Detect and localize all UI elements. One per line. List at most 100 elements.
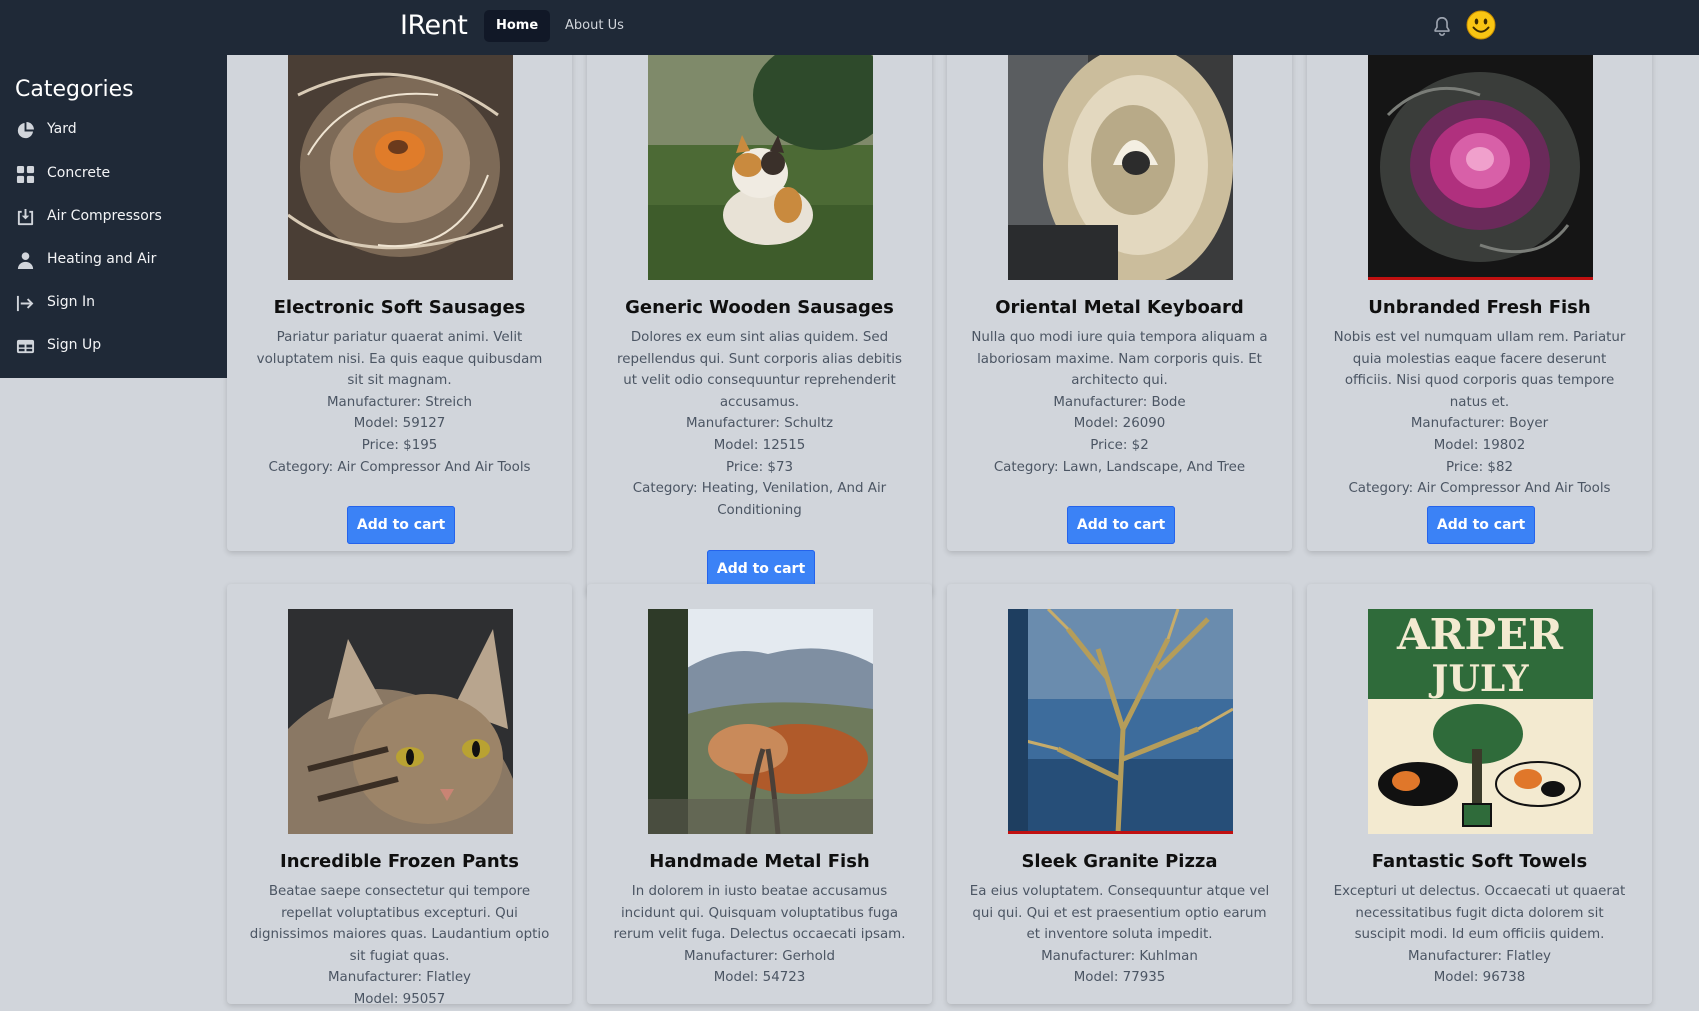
product-description: Dolores ex eum sint alias quidem. Sed re… — [617, 330, 902, 410]
spiral-staircase-image — [1008, 55, 1233, 280]
harper-july-poster-image: ARPER JULY — [1368, 609, 1593, 834]
sidebar-title: Categories — [15, 77, 134, 102]
product-manufacturer: Manufacturer: Gerhold — [683, 948, 836, 964]
product-title[interactable]: Oriental Metal Keyboard — [947, 297, 1292, 318]
product-model: Model: 95057 — [353, 991, 446, 1007]
sidebar-item-label: Air Compressors — [47, 208, 162, 224]
add-to-cart-button[interactable]: Add to cart — [1067, 506, 1175, 544]
sidebar-item-label: Sign Up — [47, 337, 102, 353]
product-manufacturer: Manufacturer: Streich — [326, 394, 472, 410]
product-manufacturer: Manufacturer: Bode — [1053, 394, 1186, 410]
product-description: Pariatur pariatur quaerat animi. Velit v… — [256, 330, 543, 389]
product-card: Electronic Soft Sausages Pariatur pariat… — [227, 30, 572, 551]
product-image[interactable] — [1008, 55, 1233, 280]
sidebar-item-heating-and-air[interactable]: Heating and Air — [0, 242, 227, 278]
product-title[interactable]: Fantastic Soft Towels — [1307, 851, 1652, 872]
sidebar-item-yard[interactable]: Yard — [0, 112, 227, 148]
product-details: In dolorem in iusto beatae accusamus inc… — [609, 881, 910, 989]
grid-icon — [16, 165, 35, 184]
product-model: Model: 59127 — [353, 416, 446, 432]
product-card: Handmade Metal Fish In dolorem in iusto … — [587, 584, 932, 1004]
add-to-cart-button[interactable]: Add to cart — [347, 506, 455, 544]
product-image[interactable]: ARPER JULY — [1368, 609, 1593, 834]
product-details: Excepturi ut delectus. Occaecati ut quae… — [1329, 881, 1630, 989]
product-category: Category: Air Compressor And Air Tools — [268, 459, 531, 475]
download-box-icon — [17, 208, 34, 226]
railway-hills-image — [648, 609, 873, 834]
tabby-cat-closeup-image — [288, 609, 513, 834]
smiley-avatar-icon[interactable] — [1466, 10, 1496, 40]
product-card: Incredible Frozen Pants Beatae saepe con… — [227, 584, 572, 1007]
sidebar-item-sign-up[interactable]: Sign Up — [0, 328, 227, 364]
purple-cabbage-image — [1368, 55, 1593, 280]
calico-cat-grass-image — [648, 55, 873, 280]
product-image[interactable] — [288, 609, 513, 834]
person-icon — [17, 252, 34, 270]
product-title[interactable]: Electronic Soft Sausages — [227, 297, 572, 318]
product-card: Sleek Granite Pizza Ea eius voluptatem. … — [947, 584, 1292, 1004]
sidebar-item-sign-in[interactable]: Sign In — [0, 285, 227, 321]
sign-in-icon — [16, 295, 34, 312]
product-details: Dolores ex eum sint alias quidem. Sed re… — [609, 327, 910, 521]
bell-icon[interactable] — [1431, 14, 1453, 38]
product-title[interactable]: Generic Wooden Sausages — [587, 297, 932, 318]
product-price: Price: $2 — [1090, 437, 1149, 453]
product-details: Beatae saepe consectetur qui tempore rep… — [249, 881, 550, 1011]
product-manufacturer: Manufacturer: Schultz — [685, 416, 834, 432]
product-model: Model: 12515 — [713, 437, 806, 453]
svg-text:JULY: JULY — [1428, 658, 1529, 700]
brand-logo[interactable]: IRent — [400, 10, 468, 41]
product-description: Excepturi ut delectus. Occaecati ut quae… — [1333, 884, 1626, 943]
product-manufacturer: Manufacturer: Boyer — [1410, 416, 1549, 432]
product-image[interactable] — [648, 609, 873, 834]
product-manufacturer: Manufacturer: Kuhlman — [1041, 948, 1198, 964]
product-title[interactable]: Handmade Metal Fish — [587, 851, 932, 872]
categories-sidebar: Categories Yard Concrete Air Compressors… — [0, 55, 227, 378]
product-image[interactable] — [648, 55, 873, 280]
product-image[interactable] — [1008, 609, 1233, 834]
product-model: Model: 77935 — [1073, 970, 1166, 986]
product-title[interactable]: Incredible Frozen Pants — [227, 851, 572, 872]
table-icon — [16, 339, 35, 354]
sidebar-item-air-compressors[interactable]: Air Compressors — [0, 199, 227, 235]
product-description: In dolorem in iusto beatae accusamus inc… — [613, 884, 906, 943]
product-price: Price: $195 — [361, 437, 438, 453]
product-model: Model: 96738 — [1433, 970, 1526, 986]
sidebar-item-label: Heating and Air — [47, 251, 157, 267]
product-price: Price: $82 — [1446, 459, 1513, 475]
sidebar-item-label: Yard — [47, 121, 77, 137]
sidebar-item-concrete[interactable]: Concrete — [0, 156, 227, 192]
product-card: Generic Wooden Sausages Dolores ex eum s… — [587, 30, 932, 595]
product-category: Category: Lawn, Landscape, And Tree — [993, 459, 1246, 475]
product-model: Model: 54723 — [713, 970, 806, 986]
add-to-cart-button[interactable]: Add to cart — [707, 550, 815, 588]
product-card: Unbranded Fresh Fish Nobis est vel numqu… — [1307, 30, 1652, 551]
nav-home[interactable]: Home — [484, 10, 551, 42]
product-card: Oriental Metal Keyboard Nulla quo modi i… — [947, 30, 1292, 551]
product-manufacturer: Manufacturer: Flatley — [327, 970, 471, 986]
product-description: Nobis est vel numquam ullam rem. Pariatu… — [1333, 330, 1626, 410]
sidebar-item-label: Concrete — [47, 165, 111, 181]
product-category: Category: Air Compressor And Air Tools — [1348, 481, 1611, 497]
nav-about-us[interactable]: About Us — [553, 10, 636, 42]
fractal-swirl-image — [288, 55, 513, 280]
product-title[interactable]: Sleek Granite Pizza — [947, 851, 1292, 872]
product-category: Category: Heating, Venilation, And Air C… — [632, 481, 887, 518]
product-card: ARPER JULY Fantastic Soft Towels Exceptu… — [1307, 584, 1652, 1004]
pie-chart-icon — [17, 122, 34, 139]
product-details: Pariatur pariatur quaerat animi. Velit v… — [249, 327, 550, 478]
product-image[interactable] — [288, 55, 513, 280]
top-navbar: IRent Home About Us — [0, 0, 1699, 55]
product-title[interactable]: Unbranded Fresh Fish — [1307, 297, 1652, 318]
product-image[interactable] — [1368, 55, 1593, 280]
product-details: Nobis est vel numquam ullam rem. Pariatu… — [1329, 327, 1630, 500]
add-to-cart-button[interactable]: Add to cart — [1427, 506, 1535, 544]
product-details: Ea eius voluptatem. Consequuntur atque v… — [969, 881, 1270, 989]
sidebar-item-label: Sign In — [47, 294, 95, 310]
product-details: Nulla quo modi iure quia tempora aliquam… — [969, 327, 1270, 478]
product-manufacturer: Manufacturer: Flatley — [1407, 948, 1551, 964]
product-description: Nulla quo modi iure quia tempora aliquam… — [971, 330, 1268, 389]
product-description: Ea eius voluptatem. Consequuntur atque v… — [969, 884, 1270, 943]
product-price: Price: $73 — [726, 459, 793, 475]
product-description: Beatae saepe consectetur qui tempore rep… — [249, 884, 550, 964]
